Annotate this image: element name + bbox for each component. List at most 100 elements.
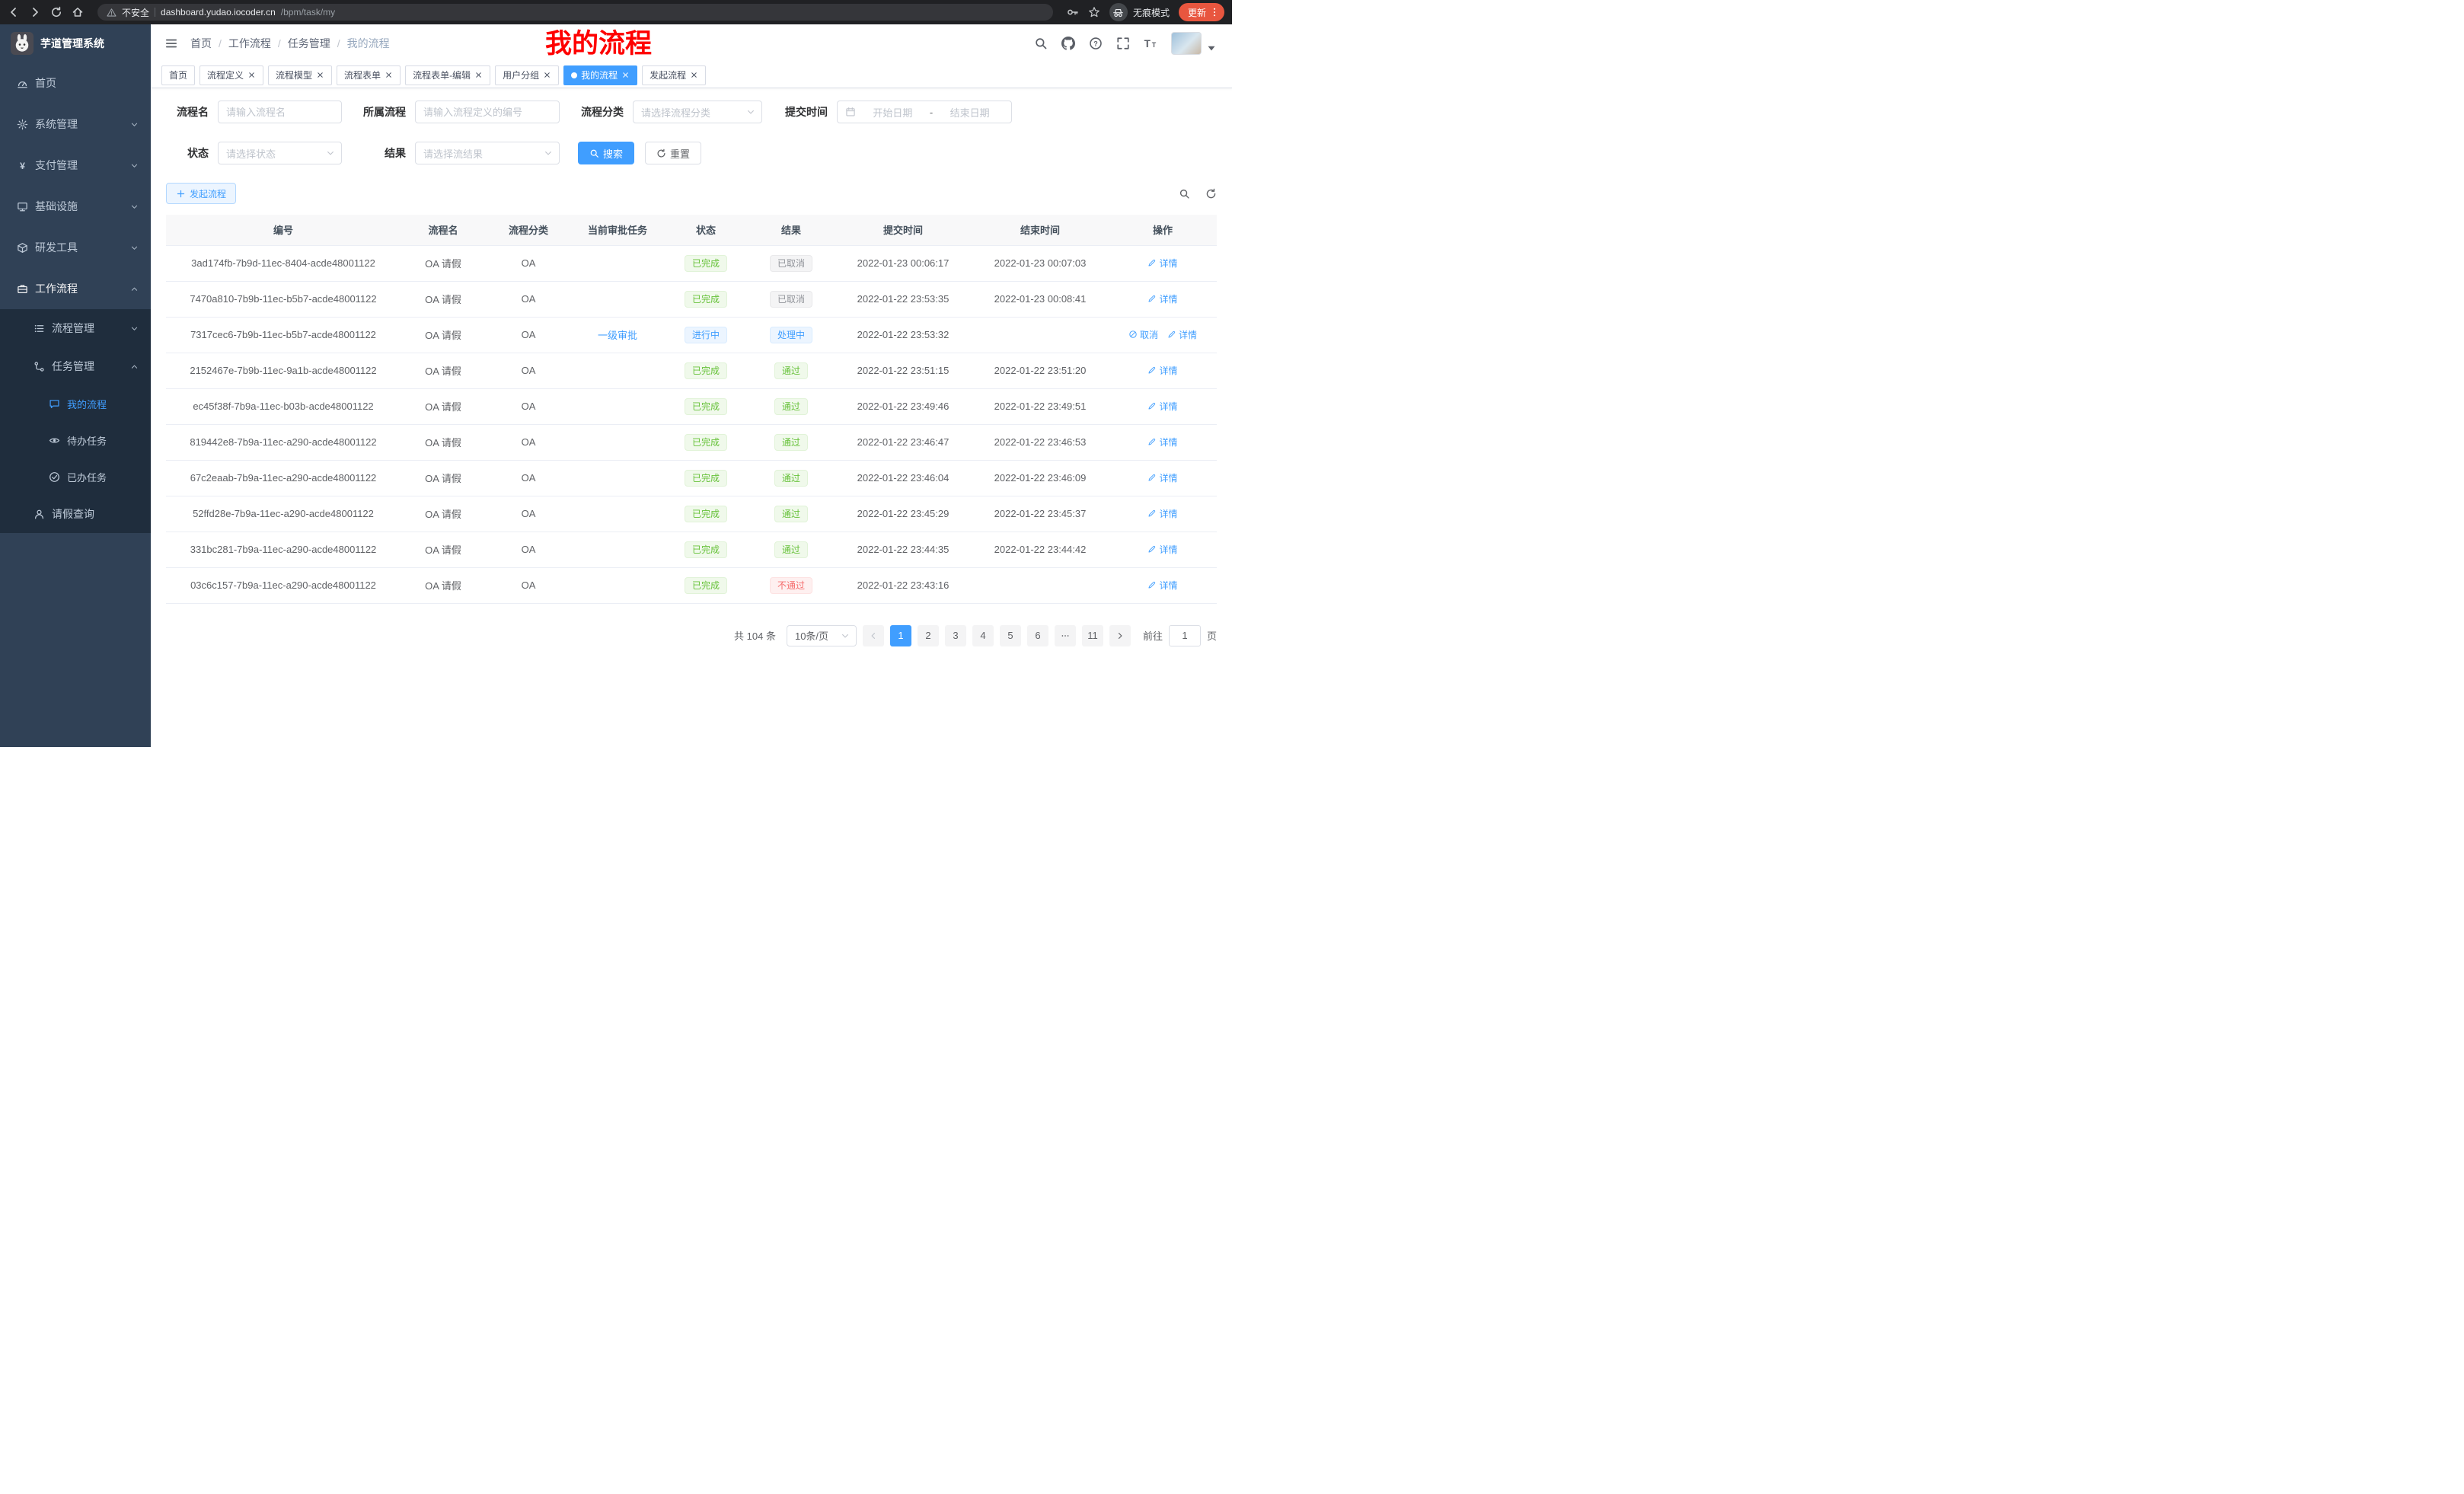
tab-process-definition[interactable]: 流程定义: [199, 65, 263, 85]
toggle-search-icon[interactable]: [1179, 188, 1190, 200]
forward-icon[interactable]: [29, 6, 41, 18]
tab-close-icon[interactable]: [621, 71, 630, 79]
sidebar-item-devtools[interactable]: 研发工具: [0, 227, 151, 268]
security-warning-icon[interactable]: [107, 8, 116, 18]
tab-home[interactable]: 首页: [161, 65, 195, 85]
pagination-page-3[interactable]: 3: [945, 625, 966, 646]
process-key-input[interactable]: [415, 101, 560, 123]
current-task-link[interactable]: 一级审批: [598, 330, 637, 341]
pagination-page-6[interactable]: 6: [1027, 625, 1048, 646]
sidebar-item-done-tasks[interactable]: 已办任务: [0, 458, 151, 495]
sidebar-item-system[interactable]: 系统管理: [0, 104, 151, 145]
browser-menu-icon[interactable]: [1209, 7, 1220, 18]
goto-page-input[interactable]: [1169, 625, 1201, 646]
avatar[interactable]: [1171, 32, 1202, 55]
tab-close-icon[interactable]: [474, 71, 483, 79]
breadcrumb-item[interactable]: 工作流程: [228, 36, 271, 51]
sidebar-item-payment[interactable]: ¥支付管理: [0, 145, 151, 186]
chevron-down-icon: [130, 161, 139, 170]
table-refresh-icon[interactable]: [1205, 188, 1217, 200]
detail-action-link[interactable]: 详情: [1147, 436, 1177, 449]
pagination-next-button[interactable]: [1109, 625, 1131, 646]
pagination-page-1[interactable]: 1: [890, 625, 911, 646]
github-icon[interactable]: [1061, 37, 1075, 50]
cell-end-time: [972, 317, 1109, 353]
address-bar[interactable]: 不安全 dashboard.yudao.iocoder.cn/bpm/task/…: [97, 4, 1053, 21]
action-label: 详情: [1159, 400, 1177, 413]
detail-action-link[interactable]: 详情: [1147, 579, 1177, 592]
tab-user-group[interactable]: 用户分组: [495, 65, 559, 85]
task-icon: [34, 361, 45, 372]
sidebar-item-process-mgmt[interactable]: 流程管理: [0, 309, 151, 347]
tab-my-process[interactable]: 我的流程: [563, 65, 637, 85]
pagination-page-11[interactable]: 11: [1082, 625, 1103, 646]
reset-button[interactable]: 重置: [645, 142, 701, 164]
detail-action-link[interactable]: 详情: [1147, 507, 1177, 520]
start-process-button[interactable]: 发起流程: [166, 183, 236, 204]
pagination-page-2[interactable]: 2: [918, 625, 939, 646]
tab-label: 流程表单-编辑: [413, 69, 471, 81]
sidebar-item-my-process[interactable]: 我的流程: [0, 385, 151, 422]
submit-time-range-picker[interactable]: 开始日期 - 结束日期: [837, 101, 1012, 123]
reload-icon[interactable]: [50, 6, 62, 18]
action-label: 详情: [1159, 543, 1177, 556]
tab-close-icon[interactable]: [543, 71, 551, 79]
cancel-action-link[interactable]: 取消: [1128, 328, 1158, 341]
header-search-icon[interactable]: [1034, 37, 1048, 50]
help-icon[interactable]: ?: [1089, 37, 1103, 50]
sidebar-item-leave-query[interactable]: 请假查询: [0, 495, 151, 533]
sidebar-item-label: 已办任务: [67, 470, 107, 484]
tab-process-form[interactable]: 流程表单: [337, 65, 401, 85]
sidebar-toggle-icon[interactable]: [164, 37, 178, 50]
sidebar-item-task-mgmt[interactable]: 任务管理: [0, 347, 151, 385]
chevron-down-icon: [130, 120, 139, 129]
tab-close-icon[interactable]: [316, 71, 324, 79]
cell-process-id: 03c6c157-7b9a-11ec-a290-acde48001122: [166, 567, 401, 603]
detail-action-link[interactable]: 详情: [1147, 364, 1177, 377]
breadcrumb-item[interactable]: 首页: [190, 36, 212, 51]
tab-close-icon[interactable]: [690, 71, 698, 79]
font-size-icon[interactable]: TT: [1144, 37, 1157, 50]
tab-label: 我的流程: [581, 69, 618, 81]
home-icon[interactable]: [72, 6, 84, 18]
pagination-page-4[interactable]: 4: [972, 625, 994, 646]
user-menu[interactable]: [1171, 32, 1218, 55]
password-key-icon[interactable]: [1067, 6, 1079, 18]
sidebar-item-workflow[interactable]: 工作流程: [0, 268, 151, 309]
sidebar-item-home[interactable]: 首页: [0, 62, 151, 104]
pagination-prev-button[interactable]: [863, 625, 884, 646]
cell-status: 已完成: [664, 496, 748, 532]
calendar-icon: [845, 107, 856, 117]
detail-action-link[interactable]: 详情: [1147, 292, 1177, 305]
detail-action-link[interactable]: 详情: [1147, 543, 1177, 556]
pagination-page-5[interactable]: 5: [1000, 625, 1021, 646]
app-logo[interactable]: 芋道管理系统: [0, 24, 151, 62]
bookmark-star-icon[interactable]: [1088, 6, 1100, 18]
tab-process-model[interactable]: 流程模型: [268, 65, 332, 85]
tab-close-icon[interactable]: [385, 71, 393, 79]
detail-action-link[interactable]: 详情: [1147, 471, 1177, 484]
sidebar-item-infrastructure[interactable]: 基础设施: [0, 186, 151, 227]
update-button[interactable]: 更新: [1179, 3, 1224, 21]
sidebar-item-label: 流程管理: [52, 321, 94, 336]
result-select[interactable]: 请选择流结果: [415, 142, 560, 164]
detail-action-link[interactable]: 详情: [1147, 257, 1177, 270]
status-select[interactable]: 请选择状态: [218, 142, 342, 164]
process-name-input[interactable]: [218, 101, 342, 123]
sidebar-item-label: 基础设施: [35, 199, 78, 214]
category-select[interactable]: 请选择流程分类: [633, 101, 762, 123]
fullscreen-icon[interactable]: [1116, 37, 1130, 50]
detail-action-link[interactable]: 详情: [1147, 400, 1177, 413]
search-button[interactable]: 搜索: [578, 142, 634, 164]
tab-process-form-edit[interactable]: 流程表单-编辑: [405, 65, 490, 85]
tab-start-process[interactable]: 发起流程: [642, 65, 706, 85]
page-size-select[interactable]: 10条/页: [787, 625, 857, 646]
detail-action-link[interactable]: 详情: [1167, 328, 1197, 341]
pencil-icon: [1147, 473, 1157, 482]
breadcrumb-item[interactable]: 任务管理: [288, 36, 330, 51]
pagination-ellipsis[interactable]: [1055, 625, 1076, 646]
sidebar-item-todo-tasks[interactable]: 待办任务: [0, 422, 151, 458]
tab-close-icon[interactable]: [247, 71, 256, 79]
back-icon[interactable]: [8, 6, 20, 18]
security-label[interactable]: 不安全: [122, 6, 149, 19]
